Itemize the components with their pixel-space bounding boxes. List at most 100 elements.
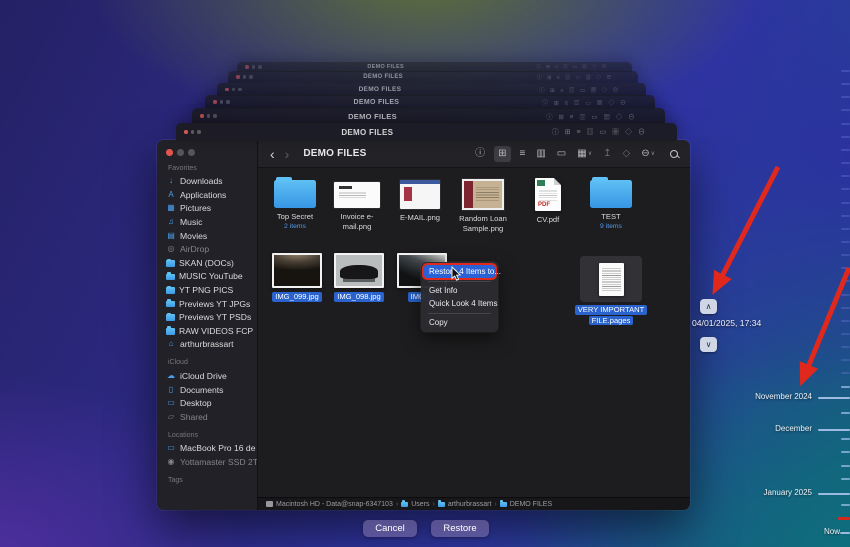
context-menu-item-get-info[interactable]: Get Info: [421, 284, 498, 297]
timeline-tick[interactable]: [841, 294, 850, 296]
stacked-window-title: DEMO FILES: [354, 99, 400, 106]
file-invoice-e-mail-png[interactable]: Invoice e-mail.png: [328, 176, 386, 231]
forward-button[interactable]: ›: [285, 146, 290, 162]
path-item-demo-files[interactable]: DEMO FILES: [500, 501, 552, 508]
sidebar-item-music[interactable]: ♫Music: [166, 215, 257, 229]
timeline-tick[interactable]: [841, 465, 850, 467]
sidebar-item-icon: A: [166, 190, 176, 200]
timeline-tick[interactable]: [841, 202, 850, 204]
timeline-tick[interactable]: [841, 386, 850, 388]
timeline-tick-labeled[interactable]: [818, 429, 850, 431]
view-list-icon[interactable]: ≡: [518, 147, 528, 161]
close-button[interactable]: [166, 149, 173, 156]
file-img-099-jpg[interactable]: IMG_099.jpg: [268, 253, 326, 302]
timeline-tick[interactable]: [841, 175, 850, 177]
file-cv-pdf[interactable]: PDFCV.pdf: [519, 176, 577, 225]
sidebar-item-raw-videos-fcp[interactable]: RAW VIDEOS FCP: [166, 324, 257, 338]
path-item-arthurbrassart[interactable]: arthurbrassart: [438, 501, 492, 508]
view-gallery-icon[interactable]: ▭: [555, 147, 568, 161]
context-menu-item-quick-look-4-items[interactable]: Quick Look 4 Items: [421, 297, 498, 310]
sidebar-item-previews-yt-jpgs[interactable]: Previews YT JPGs: [166, 297, 257, 311]
info-icon[interactable]: ⓘ: [473, 147, 487, 161]
timeline-label-december[interactable]: December: [775, 424, 812, 433]
timeline-tick[interactable]: [841, 267, 850, 269]
view-grid-icon[interactable]: ⊞: [494, 146, 510, 162]
timeline-tick-labeled[interactable]: [818, 397, 850, 399]
timeline-tick[interactable]: [841, 83, 850, 85]
timeline-tick[interactable]: [841, 136, 850, 138]
file-random-loan-sample-png[interactable]: Random Loan Sample.png: [454, 176, 512, 233]
sidebar-section-header: Locations: [168, 432, 257, 439]
timeline-tick[interactable]: [841, 162, 850, 164]
timeline-tick[interactable]: [841, 109, 850, 111]
timeline-tick[interactable]: [841, 241, 850, 243]
path-item-macintosh-hd-data-snap-6347103[interactable]: Macintosh HD - Data@snap-6347103: [266, 501, 393, 508]
sidebar-item-icloud-drive[interactable]: ☁iCloud Drive: [166, 369, 257, 383]
sidebar-item-documents[interactable]: ▯Documents: [166, 383, 257, 397]
path-item-users[interactable]: Users: [401, 501, 429, 508]
sidebar-item-applications[interactable]: AApplications: [166, 188, 257, 202]
sidebar-item-downloads[interactable]: ↓Downloads: [166, 175, 257, 189]
sidebar-item-desktop[interactable]: ▭Desktop: [166, 396, 257, 410]
sidebar-item-previews-yt-psds[interactable]: Previews YT PSDs: [166, 310, 257, 324]
timeline-tick[interactable]: [841, 451, 850, 453]
timeline-tick[interactable]: [841, 123, 850, 125]
chevron-right-icon: ›: [396, 501, 398, 508]
sidebar-item-shared[interactable]: ▱Shared: [166, 410, 257, 424]
sidebar-item-movies[interactable]: ▤Movies: [166, 229, 257, 243]
timeline-tick-labeled[interactable]: [840, 532, 850, 534]
timeline-tick[interactable]: [841, 346, 850, 348]
sidebar-item-music-youtube[interactable]: MUSIC YouTube: [166, 270, 257, 284]
timeline-tick[interactable]: [841, 188, 850, 190]
sidebar-item-pictures[interactable]: ▦Pictures: [166, 202, 257, 216]
timeline-tick-labeled[interactable]: [818, 493, 850, 495]
timeline-tick[interactable]: [841, 333, 850, 335]
timeline-tick[interactable]: [841, 280, 850, 282]
restore-button[interactable]: Restore: [431, 520, 489, 537]
timeline-up-button[interactable]: ∧: [700, 299, 717, 314]
timeline-tick[interactable]: [841, 504, 850, 506]
file-img-098-jpg[interactable]: IMG_098.jpg: [330, 253, 388, 302]
timeline-tick[interactable]: [841, 359, 850, 361]
sidebar-item-yottamaster-ssd-2tb[interactable]: ◉Yottamaster SSD 2TB: [166, 455, 257, 469]
sidebar-item-macbook-pro-16-de-ar[interactable]: ▭MacBook Pro 16 de Ar...: [166, 442, 257, 456]
timeline-tick[interactable]: [841, 254, 850, 256]
timeline-label-november-2024[interactable]: November 2024: [755, 392, 812, 401]
sidebar-item-skan-docs[interactable]: SKAN (DOCs): [166, 256, 257, 270]
file-top-secret[interactable]: Top Secret2 items: [266, 176, 324, 230]
timeline-tick[interactable]: [841, 96, 850, 98]
sidebar-item-arthurbrassart[interactable]: ⌂arthurbrassart: [166, 338, 257, 352]
view-columns-icon[interactable]: ▥: [534, 147, 547, 161]
timeline-tick[interactable]: [841, 149, 850, 151]
sidebar-item-yt-png-pics[interactable]: YT PNG PICS: [166, 283, 257, 297]
timeline-tick[interactable]: [841, 228, 850, 230]
back-button[interactable]: ‹: [270, 146, 275, 162]
timeline-tick[interactable]: [841, 307, 850, 309]
timeline-tick[interactable]: [841, 438, 850, 440]
timeline-current-tick[interactable]: [838, 517, 850, 520]
timeline-tick[interactable]: [841, 372, 850, 374]
group-icon[interactable]: ▦∨: [575, 147, 594, 161]
timeline-tick[interactable]: [841, 70, 850, 72]
timeline-down-button[interactable]: ∨: [700, 337, 717, 352]
timeline-tick[interactable]: [841, 320, 850, 322]
share-icon[interactable]: ↥: [601, 147, 613, 161]
context-menu-item-restore-4-items-to[interactable]: Restore 4 Items to...: [424, 265, 495, 278]
search-icon[interactable]: [664, 150, 680, 158]
tag-icon[interactable]: ◇: [621, 147, 633, 161]
path-item-label: arthurbrassart: [448, 501, 492, 508]
more-icon[interactable]: ⊖∨: [639, 147, 657, 161]
file-very-important-file-pages[interactable]: [580, 256, 642, 302]
timeline-label-now[interactable]: Now: [824, 527, 840, 536]
timeline-tick[interactable]: [841, 478, 850, 480]
cancel-button[interactable]: Cancel: [363, 520, 417, 537]
file-e-mail-png[interactable]: E-MAIL.png: [391, 176, 449, 223]
path-item-label: DEMO FILES: [510, 501, 552, 508]
sidebar-item-airdrop[interactable]: ◎AirDrop: [166, 242, 257, 256]
context-menu-item-copy[interactable]: Copy: [421, 316, 498, 329]
timeline-tick[interactable]: [841, 412, 850, 414]
sidebar-item-icon: ⌂: [166, 339, 176, 349]
timeline-label-january-2025[interactable]: January 2025: [764, 488, 812, 497]
file-test[interactable]: TEST9 items: [582, 176, 640, 230]
timeline-tick[interactable]: [841, 215, 850, 217]
